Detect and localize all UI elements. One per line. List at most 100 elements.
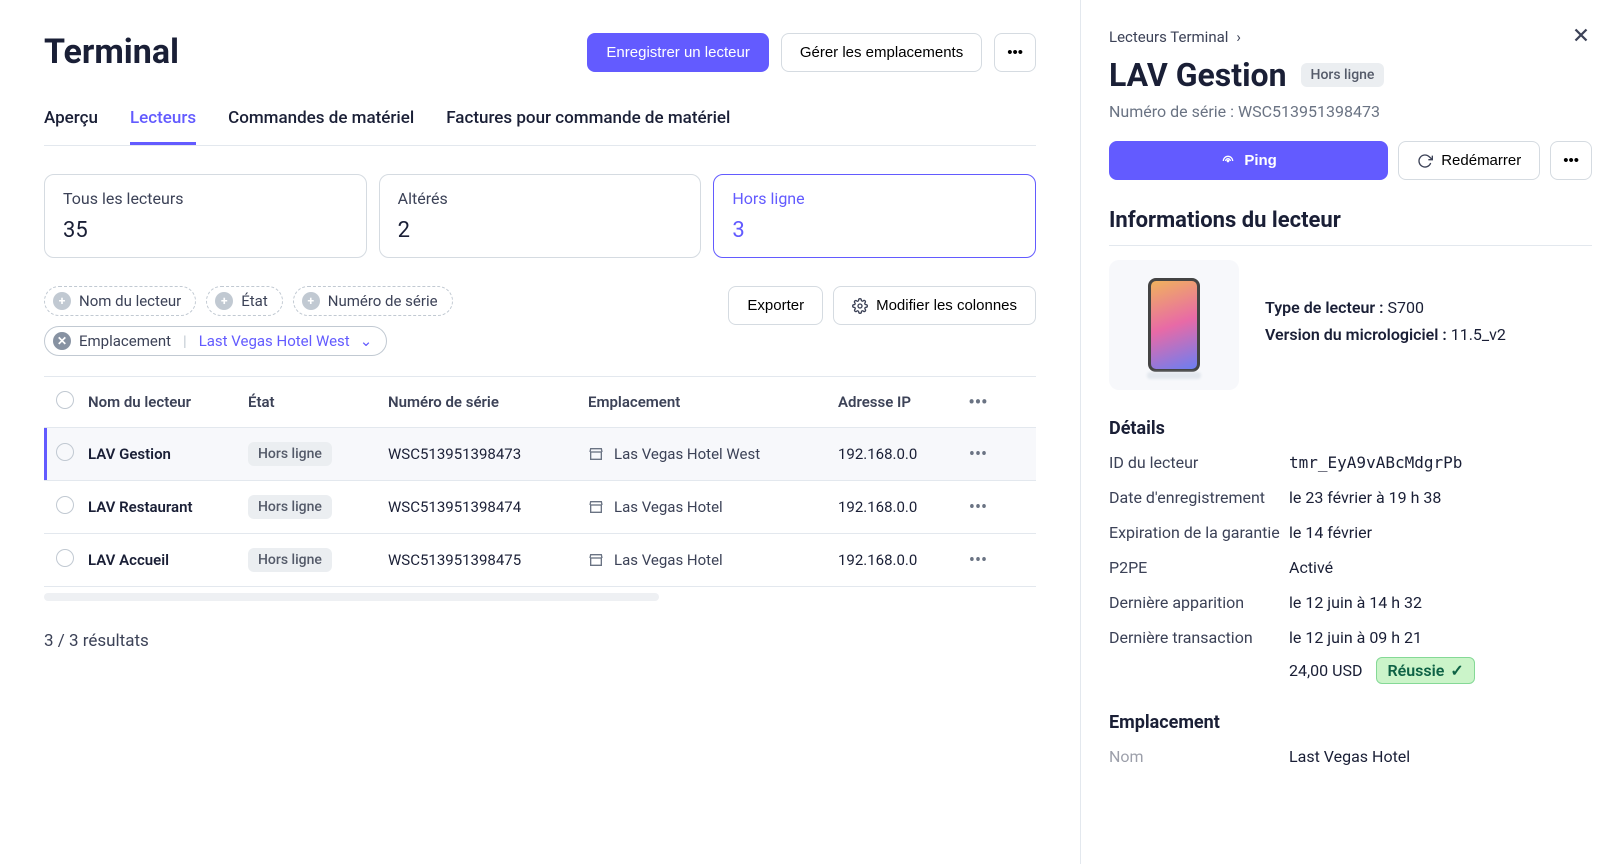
store-icon — [588, 446, 604, 462]
row-checkbox[interactable] — [56, 549, 74, 567]
detail-value-warranty: le 14 février — [1289, 523, 1592, 542]
filter-chip-name[interactable]: +Nom du lecteur — [44, 286, 196, 316]
page-title: Terminal — [44, 32, 179, 72]
chevron-down-icon: ⌄ — [360, 332, 373, 350]
detail-label: P2PE — [1109, 558, 1289, 577]
col-serial: Numéro de série — [388, 393, 588, 411]
table-header: Nom du lecteur État Numéro de série Empl… — [44, 377, 1036, 428]
chevron-right-icon: › — [1236, 28, 1241, 46]
more-icon: ••• — [1563, 152, 1579, 169]
edit-columns-button[interactable]: Modifier les colonnes — [833, 286, 1036, 325]
tabs: Aperçu Lecteurs Commandes de matériel Fa… — [44, 108, 1036, 146]
firmware-version: Version du micrologiciel : 11.5_v2 — [1265, 325, 1506, 344]
detail-label: Dernière transaction — [1109, 628, 1289, 647]
details-list: ID du lecteur tmr_EyA9vABcMdgrPb Date d'… — [1109, 453, 1592, 684]
page-header: Terminal Enregistrer un lecteur Gérer le… — [44, 32, 1036, 72]
restart-button[interactable]: Redémarrer — [1398, 141, 1540, 180]
stat-card-tampered[interactable]: Altérés 2 — [379, 174, 702, 258]
reader-type: Type de lecteur : S700 — [1265, 298, 1506, 317]
detail-label: Nom — [1109, 747, 1289, 766]
detail-label: Dernière apparition — [1109, 593, 1289, 612]
plus-icon: + — [302, 292, 320, 310]
detail-value-last-seen: le 12 juin à 14 h 32 — [1289, 593, 1592, 612]
broadcast-icon — [1220, 153, 1236, 169]
check-icon: ✓ — [1450, 661, 1463, 680]
close-icon: ✕ — [53, 332, 71, 350]
col-ip: Adresse IP — [838, 393, 958, 411]
filter-chip-location[interactable]: ✕ Emplacement | Last Vegas Hotel West ⌄ — [44, 326, 387, 356]
tab-hardware-orders[interactable]: Commandes de matériel — [228, 108, 414, 145]
manage-locations-button[interactable]: Gérer les emplacements — [781, 33, 982, 72]
ping-button[interactable]: Ping — [1109, 141, 1388, 180]
row-ip: 192.168.0.0 — [838, 551, 958, 569]
row-name: LAV Accueil — [88, 551, 248, 569]
breadcrumb[interactable]: Lecteurs Terminal › — [1109, 28, 1592, 46]
stat-value: 35 — [63, 218, 348, 243]
detail-label: Expiration de la garantie — [1109, 523, 1289, 542]
panel-overflow-button[interactable]: ••• — [1550, 141, 1592, 180]
select-all-checkbox[interactable] — [56, 391, 74, 409]
detail-value-registered: le 23 février à 19 h 38 — [1289, 488, 1592, 507]
filter-chip-serial[interactable]: +Numéro de série — [293, 286, 453, 316]
col-location: Emplacement — [588, 393, 838, 411]
plus-icon: + — [53, 292, 71, 310]
row-serial: WSC513951398475 — [388, 551, 588, 569]
gear-icon — [852, 298, 868, 314]
horizontal-scrollbar[interactable] — [44, 593, 659, 601]
location-list: Nom Last Vegas Hotel — [1109, 747, 1592, 766]
location-heading: Emplacement — [1109, 712, 1592, 733]
row-checkbox[interactable] — [56, 443, 74, 461]
status-badge: Hors ligne — [248, 495, 332, 519]
header-more-button[interactable]: ••• — [958, 392, 998, 413]
detail-label: Date d'enregistrement — [1109, 488, 1289, 507]
panel-title: LAV Gestion — [1109, 56, 1287, 94]
col-status: État — [248, 393, 388, 411]
row-name: LAV Restaurant — [88, 498, 248, 516]
readers-table: Nom du lecteur État Numéro de série Empl… — [44, 376, 1036, 587]
table-row[interactable]: LAV Restaurant Hors ligne WSC51395139847… — [44, 481, 1036, 534]
close-panel-button[interactable] — [1570, 24, 1592, 50]
tab-hardware-invoices[interactable]: Factures pour commande de matériel — [446, 108, 730, 145]
row-checkbox[interactable] — [56, 496, 74, 514]
stat-value: 2 — [398, 218, 683, 243]
stat-cards: Tous les lecteurs 35 Altérés 2 Hors lign… — [44, 174, 1036, 258]
detail-panel: Lecteurs Terminal › LAV Gestion Hors lig… — [1080, 0, 1620, 864]
more-icon: ••• — [1007, 44, 1023, 61]
row-more-button[interactable]: ••• — [958, 444, 998, 465]
row-ip: 192.168.0.0 — [838, 445, 958, 463]
detail-label: ID du lecteur — [1109, 453, 1289, 472]
store-icon — [588, 499, 604, 515]
row-location: Las Vegas Hotel — [588, 551, 838, 569]
row-serial: WSC513951398473 — [388, 445, 588, 463]
filter-chip-status[interactable]: +État — [206, 286, 283, 316]
stat-label: Tous les lecteurs — [63, 189, 348, 208]
stat-label: Altérés — [398, 189, 683, 208]
col-name: Nom du lecteur — [88, 393, 248, 411]
row-more-button[interactable]: ••• — [958, 497, 998, 518]
stat-label: Hors ligne — [732, 189, 1017, 208]
filter-chips: +Nom du lecteur +État +Numéro de série ✕… — [44, 286, 604, 356]
detail-value-last-tx: le 12 juin à 09 h 21 24,00 USD Réussie ✓ — [1289, 628, 1592, 684]
overflow-menu-button[interactable]: ••• — [994, 33, 1036, 72]
reader-info-heading: Informations du lecteur — [1109, 208, 1592, 246]
status-badge: Hors ligne — [248, 548, 332, 572]
table-row[interactable]: LAV Accueil Hors ligne WSC513951398475 L… — [44, 534, 1036, 587]
row-more-button[interactable]: ••• — [958, 550, 998, 571]
detail-value-p2pe: Activé — [1289, 558, 1592, 577]
tab-overview[interactable]: Aperçu — [44, 108, 98, 145]
table-row[interactable]: LAV Gestion Hors ligne WSC513951398473 L… — [44, 428, 1036, 481]
row-name: LAV Gestion — [88, 445, 248, 463]
stat-value: 3 — [732, 218, 1017, 243]
register-reader-button[interactable]: Enregistrer un lecteur — [587, 33, 768, 72]
store-icon — [588, 552, 604, 568]
tab-readers[interactable]: Lecteurs — [130, 108, 196, 145]
details-heading: Détails — [1109, 418, 1592, 439]
row-location: Las Vegas Hotel — [588, 498, 838, 516]
panel-status-badge: Hors ligne — [1301, 63, 1385, 87]
status-badge: Hors ligne — [248, 442, 332, 466]
stat-card-offline[interactable]: Hors ligne 3 — [713, 174, 1036, 258]
export-button[interactable]: Exporter — [728, 286, 823, 325]
success-badge: Réussie ✓ — [1376, 657, 1474, 684]
row-ip: 192.168.0.0 — [838, 498, 958, 516]
stat-card-all[interactable]: Tous les lecteurs 35 — [44, 174, 367, 258]
